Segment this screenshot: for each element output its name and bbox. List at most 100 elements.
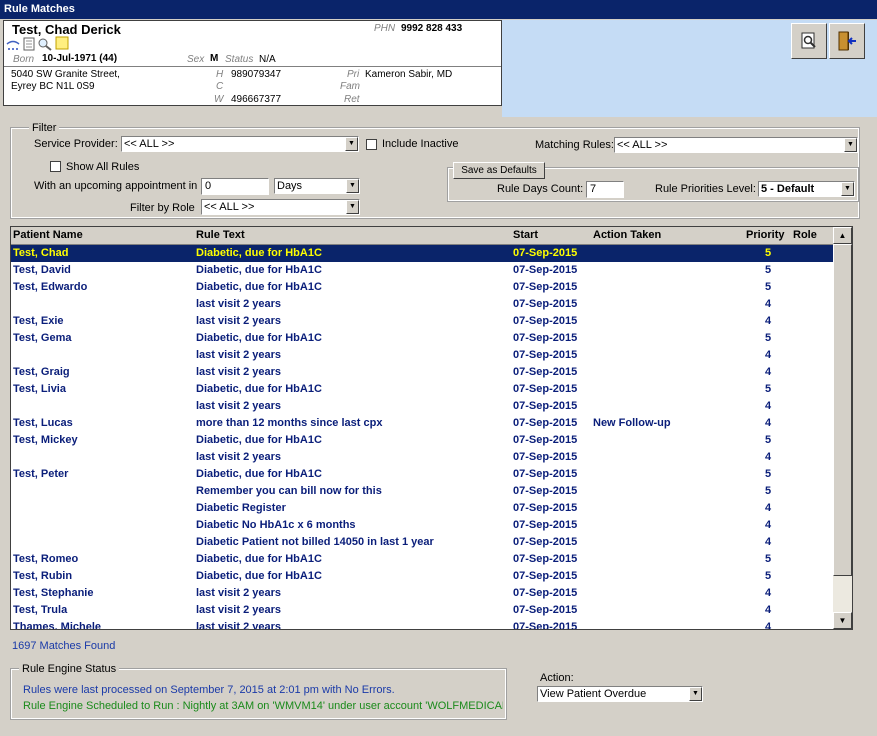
chevron-down-icon[interactable]: ▼ [844, 138, 857, 152]
table-scrollbar[interactable]: ▲ ▼ [833, 227, 852, 629]
cell-priority: 4 [765, 604, 772, 616]
show-all-rules-checkbox[interactable] [50, 161, 61, 172]
cell-rule: last visit 2 years [196, 587, 282, 599]
cell-priority: 4 [765, 451, 772, 463]
filter-group-label: Filter [29, 122, 60, 134]
status-label: Status [225, 54, 254, 65]
table-row[interactable]: Test, Livia Diabetic, due for HbA1C 07-Sep… [11, 381, 833, 398]
cell-start: 07-Sep-2015 [513, 604, 578, 616]
chevron-down-icon[interactable]: ▼ [345, 137, 358, 151]
cell-patient: Test, Peter [13, 468, 69, 480]
table-row[interactable]: Test, Graig last visit 2 years 07-Sep-2015… [11, 364, 833, 381]
table-row[interactable]: Test, Rubin Diabetic, due for HbA1C 07-Sep… [11, 568, 833, 585]
cell-start: 07-Sep-2015 [513, 451, 578, 463]
header-priority[interactable]: Priority [746, 229, 785, 241]
upcoming-unit-select[interactable]: Days ▼ [274, 178, 360, 194]
table-row[interactable]: Test, Stephanie last visit 2 years 07-Sep-… [11, 585, 833, 602]
table-row[interactable]: last visit 2 years 07-Sep-2015 4 [11, 449, 833, 466]
table-row[interactable]: Test, Peter Diabetic, due for HbA1C 07-Sep… [11, 466, 833, 483]
header-action-taken[interactable]: Action Taken [593, 229, 661, 241]
cell-priority: 4 [765, 315, 772, 327]
search-document-button[interactable] [791, 23, 827, 59]
cell-start: 07-Sep-2015 [513, 247, 578, 259]
table-row[interactable]: last visit 2 years 07-Sep-2015 4 [11, 347, 833, 364]
table-row[interactable]: last visit 2 years 07-Sep-2015 4 [11, 398, 833, 415]
chevron-down-icon[interactable]: ▼ [346, 200, 359, 214]
table-row[interactable]: Test, Mickey Diabetic, due for HbA1C 07-Se… [11, 432, 833, 449]
chevron-down-icon[interactable]: ▼ [346, 179, 359, 193]
phone-icon[interactable] [5, 38, 21, 52]
table-row[interactable]: Remember you can bill now for this 07-Sep… [11, 483, 833, 500]
table-row[interactable]: Diabetic Patient not billed 14050 in las… [11, 534, 833, 551]
table-row[interactable]: Test, Trula last visit 2 years 07-Sep-2015… [11, 602, 833, 619]
cell-priority: 5 [765, 553, 772, 565]
cell-priority: 5 [765, 434, 772, 446]
scroll-up-button[interactable]: ▲ [833, 227, 852, 244]
service-provider-select[interactable]: << ALL >> ▼ [121, 136, 359, 152]
cell-rule: Diabetic, due for HbA1C [196, 383, 322, 395]
chevron-down-icon[interactable]: ▼ [841, 182, 854, 196]
born-label: Born [13, 54, 35, 65]
rule-priorities-select[interactable]: 5 - Default ▼ [758, 181, 855, 197]
header-role[interactable]: Role [793, 229, 817, 241]
table-row[interactable]: Test, Lucas more than 12 months since las… [11, 415, 833, 432]
phn-value: 9992 828 433 [401, 23, 463, 34]
save-defaults-button[interactable]: Save as Defaults [453, 162, 545, 179]
scroll-thumb[interactable] [833, 244, 852, 576]
header-start[interactable]: Start [513, 229, 538, 241]
note-icon[interactable] [55, 36, 69, 50]
table-row[interactable]: Test, Romeo Diabetic, due for HbA1C 07-Sep… [11, 551, 833, 568]
cell-rule: more than 12 months since last cpx [196, 417, 383, 429]
engine-schedule: Rule Engine Scheduled to Run : Nightly a… [23, 700, 503, 712]
patient-card: Test, Chad Derick PHN 9992 828 433 Born … [3, 20, 502, 106]
table-row[interactable]: Thames, Michele last visit 2 years 07-Sep-… [11, 619, 833, 630]
card-divider [4, 66, 501, 67]
table-row[interactable]: Test, Edwardo Diabetic, due for HbA1C 07-S… [11, 279, 833, 296]
cell-priority: 5 [765, 332, 772, 344]
cell-start: 07-Sep-2015 [513, 264, 578, 276]
rule-matches-table[interactable]: Patient Name Rule Text Start Action Take… [10, 226, 853, 630]
born-value: 10-Jul-1971 (44) [42, 53, 118, 64]
filter-role-label: Filter by Role [130, 202, 195, 214]
matching-rules-select[interactable]: << ALL >> ▼ [614, 137, 858, 153]
cell-rule: Diabetic, due for HbA1C [196, 468, 322, 480]
show-all-rules-label: Show All Rules [66, 161, 140, 173]
cell-rule: Remember you can bill now for this [196, 485, 382, 497]
address-line1: 5040 SW Granite Street, [11, 69, 120, 80]
cell-rule: Diabetic, due for HbA1C [196, 570, 322, 582]
primary-label: Pri [347, 69, 360, 80]
table-row[interactable]: Test, David Diabetic, due for HbA1C 07-Sep… [11, 262, 833, 279]
cell-patient: Test, Stephanie [13, 587, 94, 599]
include-inactive-checkbox[interactable] [366, 139, 377, 150]
magnifier-icon[interactable] [37, 37, 53, 51]
work-phone-label: W [214, 94, 224, 105]
referral-label: Ret [344, 94, 360, 105]
chevron-down-icon[interactable]: ▼ [689, 687, 702, 701]
upcoming-appointment-label: With an upcoming appointment in [34, 180, 198, 192]
cell-start: 07-Sep-2015 [513, 621, 578, 630]
rule-days-input[interactable]: 7 [586, 181, 624, 198]
scroll-down-button[interactable]: ▼ [833, 612, 852, 629]
table-row[interactable]: last visit 2 years 07-Sep-2015 4 [11, 296, 833, 313]
cell-rule: Diabetic, due for HbA1C [196, 281, 322, 293]
exit-button[interactable] [829, 23, 865, 59]
table-row[interactable]: Test, Gema Diabetic, due for HbA1C 07-Sep-… [11, 330, 833, 347]
header-rule-text[interactable]: Rule Text [196, 229, 245, 241]
cell-rule: last visit 2 years [196, 298, 282, 310]
action-select[interactable]: View Patient Overdue ▼ [537, 686, 703, 702]
cell-rule: Diabetic, due for HbA1C [196, 553, 322, 565]
table-row[interactable]: Diabetic Register 07-Sep-2015 4 [11, 500, 833, 517]
header-patient-name[interactable]: Patient Name [13, 229, 83, 241]
cell-start: 07-Sep-2015 [513, 417, 578, 429]
table-row[interactable]: Test, Exie last visit 2 years 07-Sep-2015 4 [11, 313, 833, 330]
table-row[interactable]: Diabetic No HbA1c x 6 months 07-Sep-2015 4 [11, 517, 833, 534]
document-icon[interactable] [23, 37, 35, 51]
cell-priority: 4 [765, 536, 772, 548]
upcoming-appointment-input[interactable]: 0 [201, 178, 269, 195]
filter-role-select[interactable]: << ALL >> ▼ [201, 199, 360, 215]
cell-priority: 5 [765, 247, 772, 259]
rule-days-label: Rule Days Count: [497, 183, 584, 195]
cell-rule: Diabetic, due for HbA1C [196, 247, 322, 259]
cell-patient: Test, Livia [13, 383, 66, 395]
table-row[interactable]: Test, Chad Diabetic, due for HbA1C 07-Sep-… [11, 245, 833, 262]
